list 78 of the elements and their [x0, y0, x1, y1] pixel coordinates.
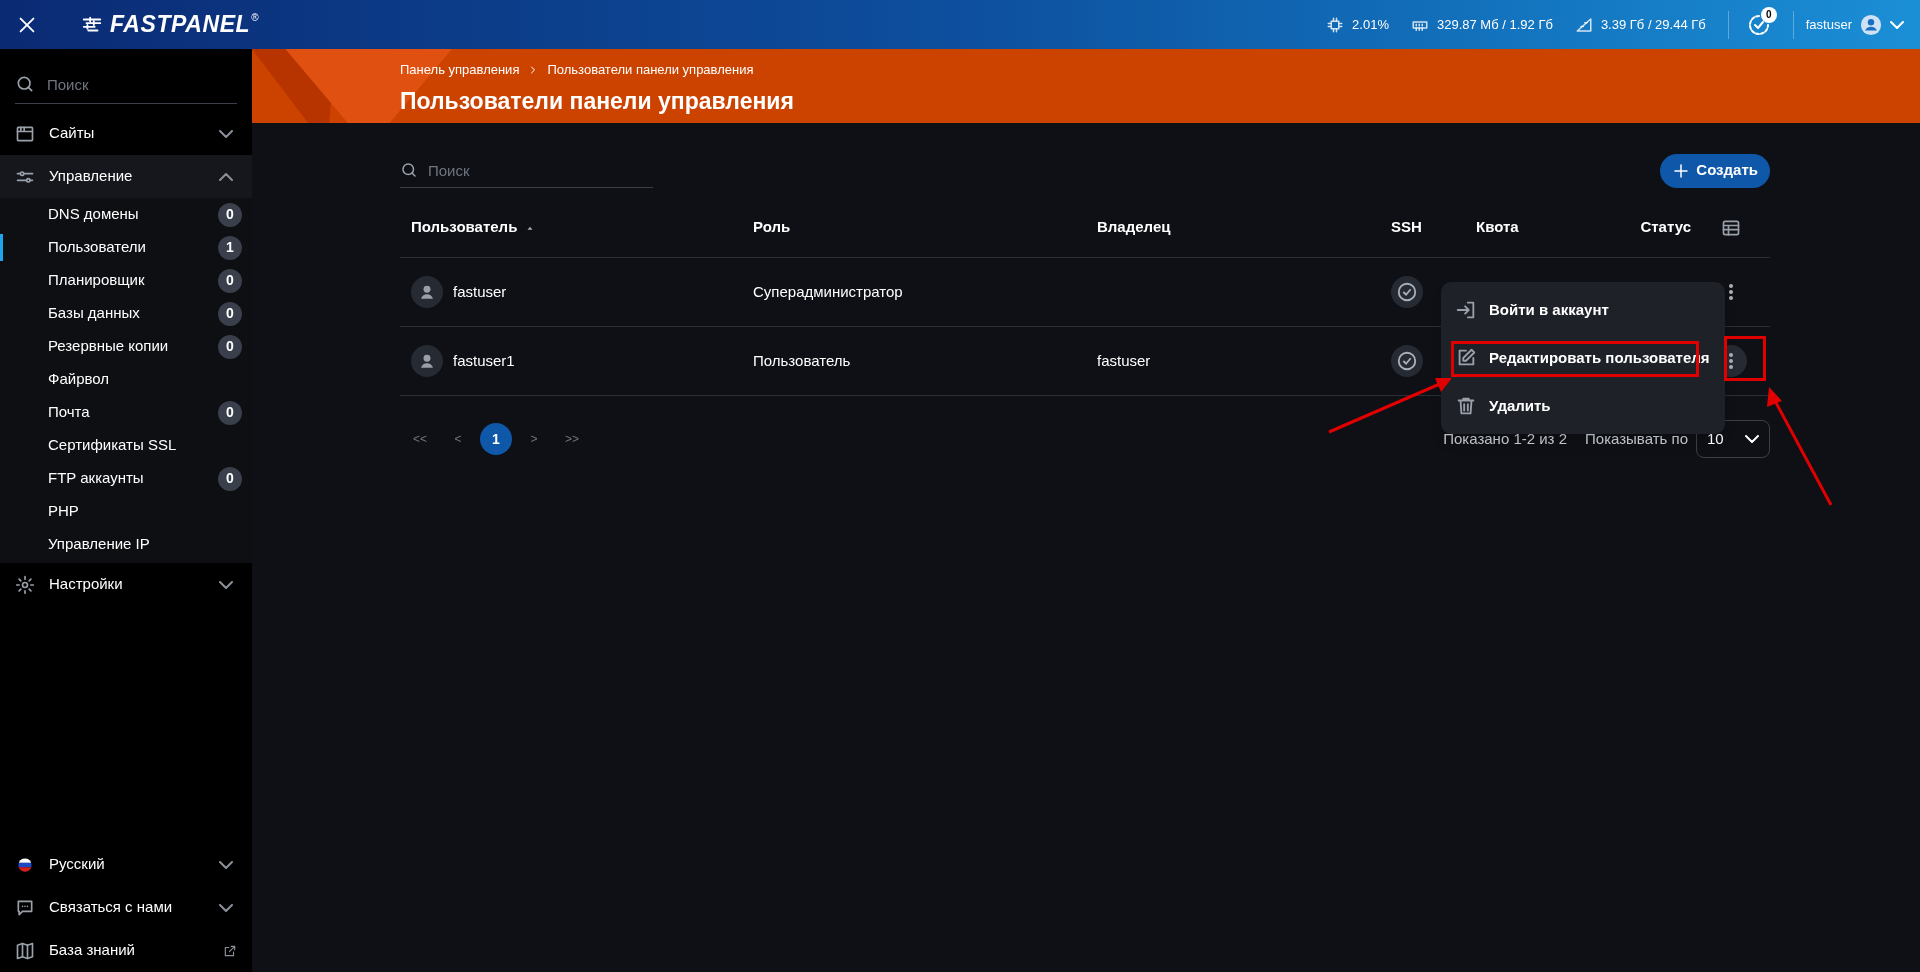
tasks-icon — [1746, 12, 1771, 37]
table-cell: Суперадминистратор — [753, 282, 903, 300]
column-header[interactable]: Пользователь — [411, 216, 518, 239]
sidebar-item[interactable]: DNS домены 0 — [0, 198, 252, 231]
stat-value: 3.39 Гб / 29.44 Гб — [1600, 15, 1706, 34]
search-field[interactable]: Поиск — [400, 153, 653, 188]
chevron-down-icon — [1890, 20, 1904, 29]
chevron-down-icon — [219, 860, 233, 869]
notifications-button[interactable]: 0 — [1740, 6, 1777, 43]
sidebar-item[interactable]: Базы данных 0 — [0, 297, 252, 330]
sidebar-section[interactable]: Русский — [0, 843, 252, 886]
table-cell: Пользователь — [753, 351, 851, 369]
user-menu[interactable]: fastuser — [1805, 13, 1904, 36]
search-field[interactable]: Поиск — [15, 66, 237, 104]
column-header[interactable]: Статус — [1640, 216, 1691, 239]
sidebar-item[interactable]: Управление IP — [0, 528, 252, 561]
sidebar-item[interactable]: Пользователи 1 — [0, 231, 252, 264]
count-badge: 0 — [218, 334, 242, 359]
page-button[interactable]: > — [518, 423, 550, 455]
count-badge: 0 — [218, 202, 242, 227]
search-icon — [15, 74, 35, 94]
stat-value: 2.01% — [1352, 15, 1389, 34]
table-cell-text: fastuser1 — [453, 350, 515, 371]
count-badge: 0 — [218, 466, 242, 491]
column-header[interactable]: SSH — [1391, 216, 1422, 239]
sidebar-item[interactable]: Резервные копии 0 — [0, 330, 252, 363]
column-header[interactable]: Квота — [1476, 216, 1519, 239]
sidebar-item[interactable]: Сертификаты SSL — [0, 429, 252, 462]
book-icon — [15, 940, 35, 961]
plus-icon — [1672, 161, 1691, 180]
gear-icon — [15, 574, 35, 595]
external-link-icon — [223, 943, 237, 958]
sidebar-item[interactable]: PHP — [0, 495, 252, 528]
notification-badge: 0 — [1760, 6, 1777, 23]
page-title: Пользователи панели управления — [400, 86, 795, 116]
sidebar-item[interactable]: Почта 0 — [0, 396, 252, 429]
page-button[interactable]: < — [442, 423, 474, 455]
cpu-icon — [1326, 15, 1345, 34]
chevron-down-icon — [1745, 435, 1759, 443]
highlight-frame — [1724, 336, 1766, 381]
column-header[interactable]: Владелец — [1097, 216, 1171, 239]
column-header[interactable]: Роль — [753, 216, 791, 239]
search-icon — [400, 161, 418, 179]
logo: FASTPANEL — [110, 10, 251, 40]
count-badge: 0 — [218, 268, 242, 293]
table-cell: fastuser — [1097, 351, 1151, 369]
user-avatar-icon — [411, 345, 443, 377]
sidebar-section[interactable]: Связаться с нами — [0, 886, 252, 929]
more-icon — [1728, 353, 1733, 369]
sidebar-section[interactable]: Настройки — [0, 563, 252, 606]
page-button[interactable]: 1 — [480, 423, 512, 455]
page-button[interactable]: << — [404, 423, 436, 455]
breadcrumb-link[interactable]: Панель управления — [400, 60, 520, 80]
login-icon — [1455, 299, 1477, 321]
create-button[interactable]: Создать — [1660, 153, 1770, 188]
count-badge: 0 — [218, 400, 242, 425]
count-badge: 1 — [218, 235, 242, 260]
more-icon — [1728, 284, 1733, 300]
chevron-down-icon — [219, 903, 233, 912]
sidebar-item[interactable]: FTP аккаунты 0 — [0, 462, 252, 495]
registered-mark: ® — [251, 11, 259, 25]
sidebar-section[interactable]: Управление — [0, 155, 252, 198]
sidebar-item[interactable]: Файрвол — [0, 363, 252, 396]
breadcrumb-current: Пользователи панели управления — [547, 61, 754, 79]
trash-icon — [1455, 395, 1477, 417]
count-badge: 0 — [218, 301, 242, 326]
per-page-label: Показывать по — [1585, 428, 1688, 449]
avatar-icon — [1860, 13, 1882, 36]
user-avatar-icon — [411, 276, 443, 308]
pagination-summary: Показано 1-2 из 2 — [1443, 428, 1567, 449]
sidebar-section[interactable]: Сайты — [0, 112, 252, 155]
page-button[interactable]: >> — [556, 423, 588, 455]
menu-item[interactable]: Войти в аккаунт — [1441, 286, 1725, 334]
sidebar-item[interactable]: Планировщик 0 — [0, 264, 252, 297]
stat-value: 329.87 Мб / 1.92 Гб — [1437, 15, 1553, 34]
sidebar-section[interactable]: База знаний — [0, 929, 252, 972]
username: fastuser — [1805, 15, 1852, 34]
table-cell-text: fastuser — [453, 281, 507, 302]
